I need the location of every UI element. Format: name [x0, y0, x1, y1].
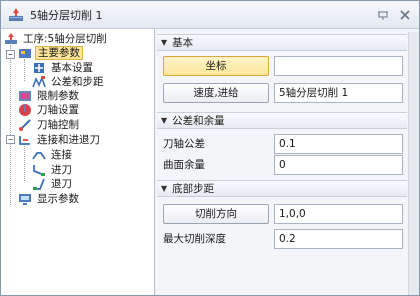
coordinate-field[interactable] — [274, 56, 403, 76]
parameter-tree: − − 工序:5轴分层切削 主要参数 基本设置 公差和步距 限制参数 刀轴设置 … — [1, 29, 155, 295]
operation-icon — [5, 33, 17, 44]
tree-item-axis-control[interactable]: 刀轴控制 — [18, 117, 81, 133]
pin-icon[interactable] — [375, 7, 391, 23]
operation-window: 5轴分层切削 1 − − 工序:5轴分层切削 主要参数 基本设置 公差和步距 限… — [0, 0, 420, 296]
tool-tolerance-field[interactable]: 0.1 — [274, 134, 403, 154]
row-max-cut-depth: 最大切削深度 0.2 — [157, 227, 407, 251]
surface-allowance-field[interactable]: 0 — [274, 155, 403, 175]
section-basic-header[interactable]: ▼ 基本 — [157, 34, 407, 51]
connect-icon — [32, 152, 46, 160]
tree-item-main-params[interactable]: 主要参数 — [18, 45, 83, 61]
link-icon — [19, 136, 30, 145]
vertical-scrollbar[interactable] — [408, 32, 419, 295]
main-params-icon — [19, 49, 31, 58]
collapse-arrow-icon: ▼ — [161, 38, 168, 47]
cut-direction-button[interactable]: 切削方向 — [163, 204, 269, 224]
row-feed: 速度,进给 5轴分层切削 1 — [157, 81, 407, 105]
row-cut-direction: 切削方向 1,0,0 — [157, 202, 407, 226]
tree-item-tool-axis[interactable]: 刀轴设置 — [18, 102, 81, 118]
lead-in-icon — [33, 165, 45, 176]
feed-speed-field[interactable]: 5轴分层切削 1 — [274, 83, 403, 103]
property-panel: ▼ 基本 坐标 速度,进给 5轴分层切削 1 ▼ 公差和余量 刀轴公差 0.1 … — [157, 32, 407, 295]
max-cut-depth-label: 最大切削深度 — [163, 233, 226, 245]
tree-collapse-toggle[interactable]: − — [6, 135, 15, 144]
tool-tolerance-label: 刀轴公差 — [163, 138, 205, 150]
display-params-icon — [19, 194, 31, 205]
collapse-arrow-icon: ▼ — [161, 116, 168, 125]
axis-control-icon — [19, 119, 31, 131]
tree-item-link-and-lead[interactable]: 连接和进退刀 — [18, 132, 102, 148]
basic-settings-icon — [34, 63, 44, 73]
limit-icon — [19, 91, 31, 101]
tool-axis-icon — [19, 104, 31, 116]
tree-item-lead-out[interactable]: 退刀 — [32, 176, 74, 192]
row-coordinate: 坐标 — [157, 54, 407, 78]
lead-out-icon — [33, 178, 45, 190]
operation-icon — [9, 7, 23, 21]
collapse-arrow-icon: ▼ — [161, 184, 168, 193]
feed-speed-button[interactable]: 速度,进给 — [163, 83, 269, 103]
window-title: 5轴分层切削 1 — [30, 8, 103, 22]
tree-collapse-toggle[interactable]: − — [6, 50, 15, 59]
coordinate-button[interactable]: 坐标 — [163, 56, 269, 76]
surface-allowance-label: 曲面余量 — [163, 159, 205, 171]
tolerance-icon — [32, 75, 46, 88]
cut-direction-field[interactable]: 1,0,0 — [274, 204, 403, 224]
row-surface-allowance: 曲面余量 0 — [157, 153, 407, 177]
close-icon[interactable] — [397, 7, 413, 23]
title-bar: 5轴分层切削 1 — [1, 1, 419, 29]
tree-item-display-params[interactable]: 显示参数 — [18, 191, 81, 207]
max-cut-depth-field[interactable]: 0.2 — [274, 229, 403, 249]
section-bottom-step-header[interactable]: ▼ 底部步距 — [157, 180, 407, 197]
section-tolerance-header[interactable]: ▼ 公差和余量 — [157, 112, 407, 129]
tree-item-connect[interactable]: 连接 — [32, 147, 74, 163]
